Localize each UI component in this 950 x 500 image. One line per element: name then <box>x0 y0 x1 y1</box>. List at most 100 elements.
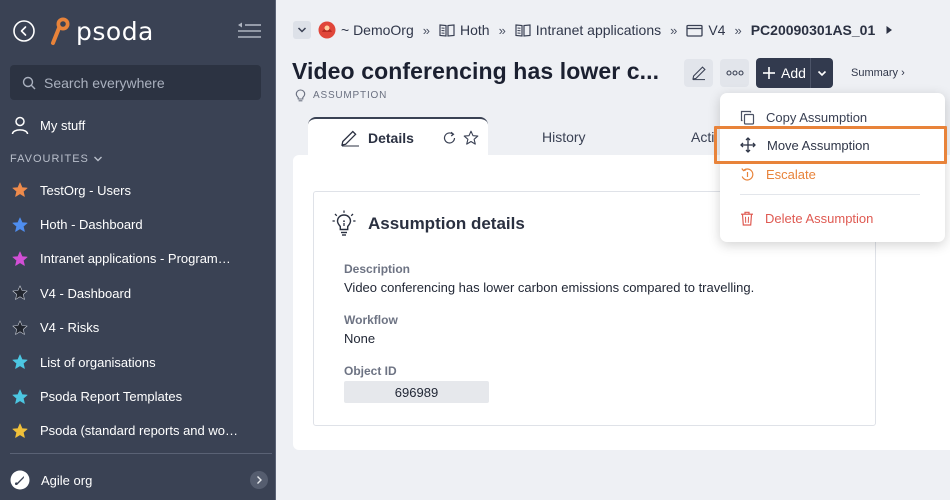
card-title: Assumption details <box>332 210 525 238</box>
menu-item-escalate[interactable]: Escalate <box>720 162 945 186</box>
back-icon[interactable] <box>12 19 36 43</box>
add-dropdown-toggle[interactable] <box>810 58 833 88</box>
menu-item-label: Copy Assumption <box>766 109 868 125</box>
sidebar-favourite-item[interactable]: Psoda (standard reports and work... <box>0 414 275 448</box>
tab-details[interactable]: Details <box>308 117 488 157</box>
sidebar-favourite-item[interactable]: Hoth - Dashboard <box>0 207 275 241</box>
breadcrumb-separator: » <box>734 22 742 38</box>
sidebar-favourite-item[interactable]: Intranet applications - Programme... <box>0 242 275 276</box>
sidebar-favourite-label: V4 - Risks <box>40 320 100 336</box>
org-logo-icon <box>318 21 336 39</box>
menu-divider <box>740 194 920 195</box>
org-label: Agile org <box>41 472 93 488</box>
star-icon <box>12 182 28 197</box>
lightbulb-icon <box>332 210 356 236</box>
page-title: Video conferencing has lower c... <box>292 58 660 84</box>
favourites-heading[interactable]: FAVOURITES <box>10 153 103 165</box>
sidebar-favourite-label: Psoda (standard reports and work... <box>40 423 240 439</box>
object-id-value: 696989 <box>344 381 489 403</box>
window-icon <box>686 24 703 37</box>
add-button-label: Add <box>781 65 806 81</box>
menu-item-label: Move Assumption <box>767 137 870 153</box>
sidebar-header: psoda <box>0 0 275 62</box>
star-icon <box>12 217 28 232</box>
breadcrumb-label: V4 <box>708 22 726 38</box>
book-icon <box>439 24 455 37</box>
object-type-label: ASSUMPTION <box>313 90 388 101</box>
user-icon <box>11 116 29 135</box>
plus-icon <box>763 67 775 79</box>
breadcrumb-toggle[interactable] <box>293 21 311 39</box>
my-stuff-label: My stuff <box>40 117 86 133</box>
object-id-label: Object ID <box>344 364 397 378</box>
tab-history[interactable]: History <box>542 129 586 145</box>
favourites-list: TestOrg - Users Hoth - Dashboard Intranet … <box>0 173 275 448</box>
sidebar-favourite-label: Psoda Report Templates <box>40 389 183 405</box>
search-box <box>10 65 261 100</box>
search-input[interactable] <box>44 74 244 91</box>
summary-link[interactable]: Summary › <box>851 67 905 79</box>
chevron-down-icon <box>297 27 307 33</box>
sidebar-favourite-item[interactable]: V4 - Dashboard <box>0 276 275 310</box>
sidebar-favourite-item[interactable]: V4 - Risks <box>0 311 275 345</box>
sidebar: psoda My stuff FAVOURITES TestOrg - User… <box>0 0 276 500</box>
sidebar-favourite-item[interactable]: TestOrg - Users <box>0 173 275 207</box>
menu-item-delete-assumption[interactable]: Delete Assumption <box>720 206 945 230</box>
sidebar-favourite-label: V4 - Dashboard <box>40 285 132 301</box>
breadcrumb-separator: » <box>670 22 678 38</box>
menu-item-label: Delete Assumption <box>765 210 874 226</box>
pencil-icon <box>341 130 359 147</box>
tab-actions[interactable]: Acti <box>691 129 714 145</box>
search-icon <box>22 76 36 89</box>
chevron-down-icon <box>93 156 102 162</box>
main-content: ~ DemoOrg » Hoth » Intranet applications… <box>277 0 950 500</box>
my-stuff-link[interactable]: My stuff <box>10 113 85 137</box>
caret-right-icon[interactable] <box>885 25 893 35</box>
sidebar-favourite-label: Intranet applications - Programme... <box>40 251 240 267</box>
more-options-button[interactable] <box>720 59 749 87</box>
description-value: Video conferencing has lower carbon emis… <box>344 280 755 295</box>
move-icon <box>740 137 756 153</box>
star-icon <box>12 389 28 404</box>
refresh-icon[interactable] <box>442 131 457 145</box>
collapse-sidebar-icon[interactable] <box>236 20 262 42</box>
star-outline-icon[interactable] <box>463 130 479 146</box>
breadcrumb-separator: » <box>498 22 506 38</box>
ellipsis-icon <box>725 70 744 76</box>
lightbulb-icon <box>295 89 306 102</box>
sidebar-divider <box>10 453 272 454</box>
breadcrumb: ~ DemoOrg » Hoth » Intranet applications… <box>293 18 893 42</box>
chevron-down-icon <box>817 70 827 76</box>
breadcrumb-current: PC20090301AS_01 <box>750 22 876 38</box>
description-label: Description <box>344 262 411 276</box>
breadcrumb-label: Intranet applications <box>535 22 662 38</box>
breadcrumb-item-v4[interactable]: V4 <box>686 22 725 38</box>
chevron-right-icon[interactable] <box>250 471 268 489</box>
star-icon <box>12 251 28 266</box>
edit-button[interactable] <box>684 59 713 87</box>
org-rocket-icon <box>10 470 30 490</box>
sidebar-favourite-label: TestOrg - Users <box>40 182 132 198</box>
escalate-icon <box>741 167 754 180</box>
breadcrumb-item-org[interactable]: ~ DemoOrg <box>318 21 414 39</box>
org-switcher[interactable]: Agile org <box>10 468 268 492</box>
star-icon <box>12 354 28 369</box>
trash-icon <box>741 211 753 226</box>
object-type: ASSUMPTION <box>294 89 387 102</box>
breadcrumb-item-hoth[interactable]: Hoth <box>439 22 490 38</box>
menu-item-move-assumption[interactable]: Move Assumption <box>720 133 945 157</box>
actions-dropdown-menu: Copy Assumption Move Assumption Escalate… <box>720 93 945 242</box>
star-icon <box>12 285 28 301</box>
psoda-logo[interactable]: psoda <box>50 14 154 48</box>
sidebar-favourite-item[interactable]: Psoda Report Templates <box>0 379 275 413</box>
logo-text: psoda <box>76 16 154 46</box>
tab-details-label: Details <box>368 130 414 146</box>
card-title-label: Assumption details <box>368 214 525 233</box>
add-button[interactable]: Add <box>756 58 833 88</box>
menu-item-copy-assumption[interactable]: Copy Assumption <box>720 105 945 129</box>
sidebar-favourite-item[interactable]: List of organisations <box>0 345 275 379</box>
book-icon <box>515 24 531 37</box>
pencil-icon <box>691 66 706 81</box>
breadcrumb-item-intranet[interactable]: Intranet applications <box>515 22 661 38</box>
breadcrumb-separator: » <box>422 22 430 38</box>
